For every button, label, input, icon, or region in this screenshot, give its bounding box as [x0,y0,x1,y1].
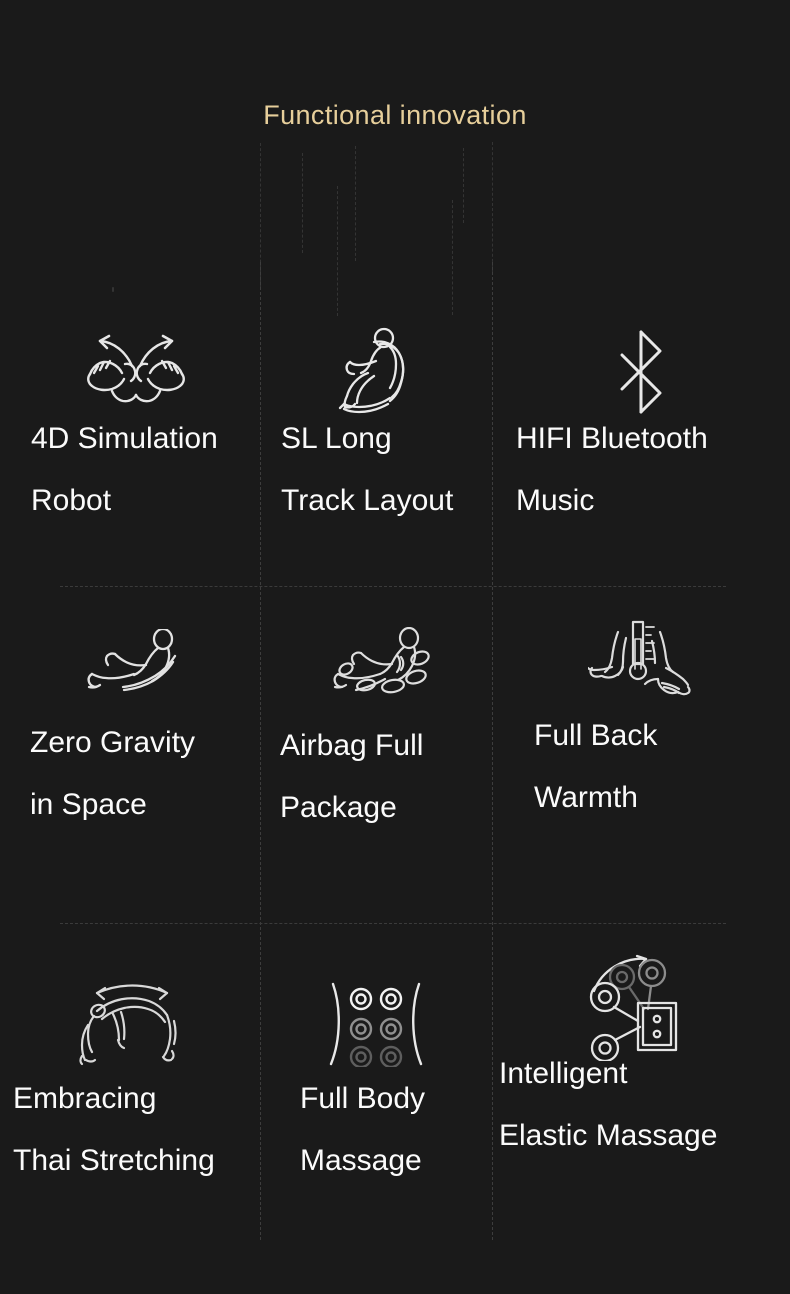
feature-grid-page: Functional innovation 4D Simulation Robo… [0,0,790,1294]
feature-cell[interactable]: HIFI Bluetooth Music [492,300,790,587]
torso-massage-points-icon [260,981,492,1067]
feature-caption-line1: Intelligent [499,1057,628,1090]
feature-caption-line2: Track Layout [281,484,454,517]
features-grid: 4D Simulation Robot SL Long Track Layout… [0,300,790,1260]
feature-caption-line1: Full Back [534,719,658,752]
feature-caption: Airbag Full Package [260,715,512,839]
guide-tick-2 [302,153,303,253]
feature-caption: HIFI Bluetooth Music [492,408,790,532]
feature-caption-line1: 4D Simulation [31,422,218,455]
feature-caption-line1: Embracing [13,1082,157,1115]
feature-caption-line2: Music [516,484,595,517]
feature-caption-line1: HIFI Bluetooth [516,422,708,455]
feature-caption: 4D Simulation Robot [0,408,291,532]
feature-caption-line2: Robot [31,484,112,517]
airbag-recline-icon [260,627,492,707]
thermometer-hands-icon [492,615,790,703]
feature-caption-line2: in Space [30,788,147,821]
feature-caption: SL Long Track Layout [260,408,513,532]
feature-cell[interactable]: Airbag Full Package [260,587,492,933]
feature-cell[interactable]: Intelligent Elastic Massage [492,933,790,1260]
guide-tick-5 [452,200,453,315]
feature-cell[interactable]: SL Long Track Layout [260,300,492,587]
decorative-speck [112,287,114,292]
feature-caption-line2: Elastic Massage [499,1119,718,1152]
guide-tick-7 [492,142,493,272]
feature-cell[interactable]: Zero Gravity in Space [0,587,260,933]
guide-tick-3 [337,186,338,316]
feature-caption: Full Back Warmth [492,705,790,829]
feature-caption-line1: SL Long [281,422,392,455]
guide-tick-6 [463,148,464,223]
feature-caption-line2: Warmth [534,781,638,814]
guide-tick-4 [355,146,356,261]
feature-caption-line1: Airbag Full [280,729,424,762]
stretching-figure-arrow-icon [0,981,260,1067]
page-title: Functional innovation [263,100,527,130]
zero-gravity-recline-icon [0,629,260,705]
feature-cell[interactable]: Full Body Massage [260,933,492,1260]
feature-cell[interactable]: 4D Simulation Robot [0,300,260,587]
person-reclining-chair-icon [260,326,492,418]
bluetooth-icon [492,328,790,416]
feature-caption: Intelligent Elastic Massage [492,1043,790,1167]
feature-caption: Embracing Thai Stretching [0,1068,273,1192]
feature-caption-line2: Package [280,791,397,824]
feature-caption: Zero Gravity in Space [0,712,290,836]
feature-caption-line1: Zero Gravity [30,726,196,759]
two-hands-kneading-arrows-icon [0,330,260,420]
feature-cell[interactable]: Embracing Thai Stretching [0,933,260,1260]
feature-cell[interactable]: Full Back Warmth [492,587,790,933]
feature-caption-line2: Thai Stretching [13,1144,215,1177]
